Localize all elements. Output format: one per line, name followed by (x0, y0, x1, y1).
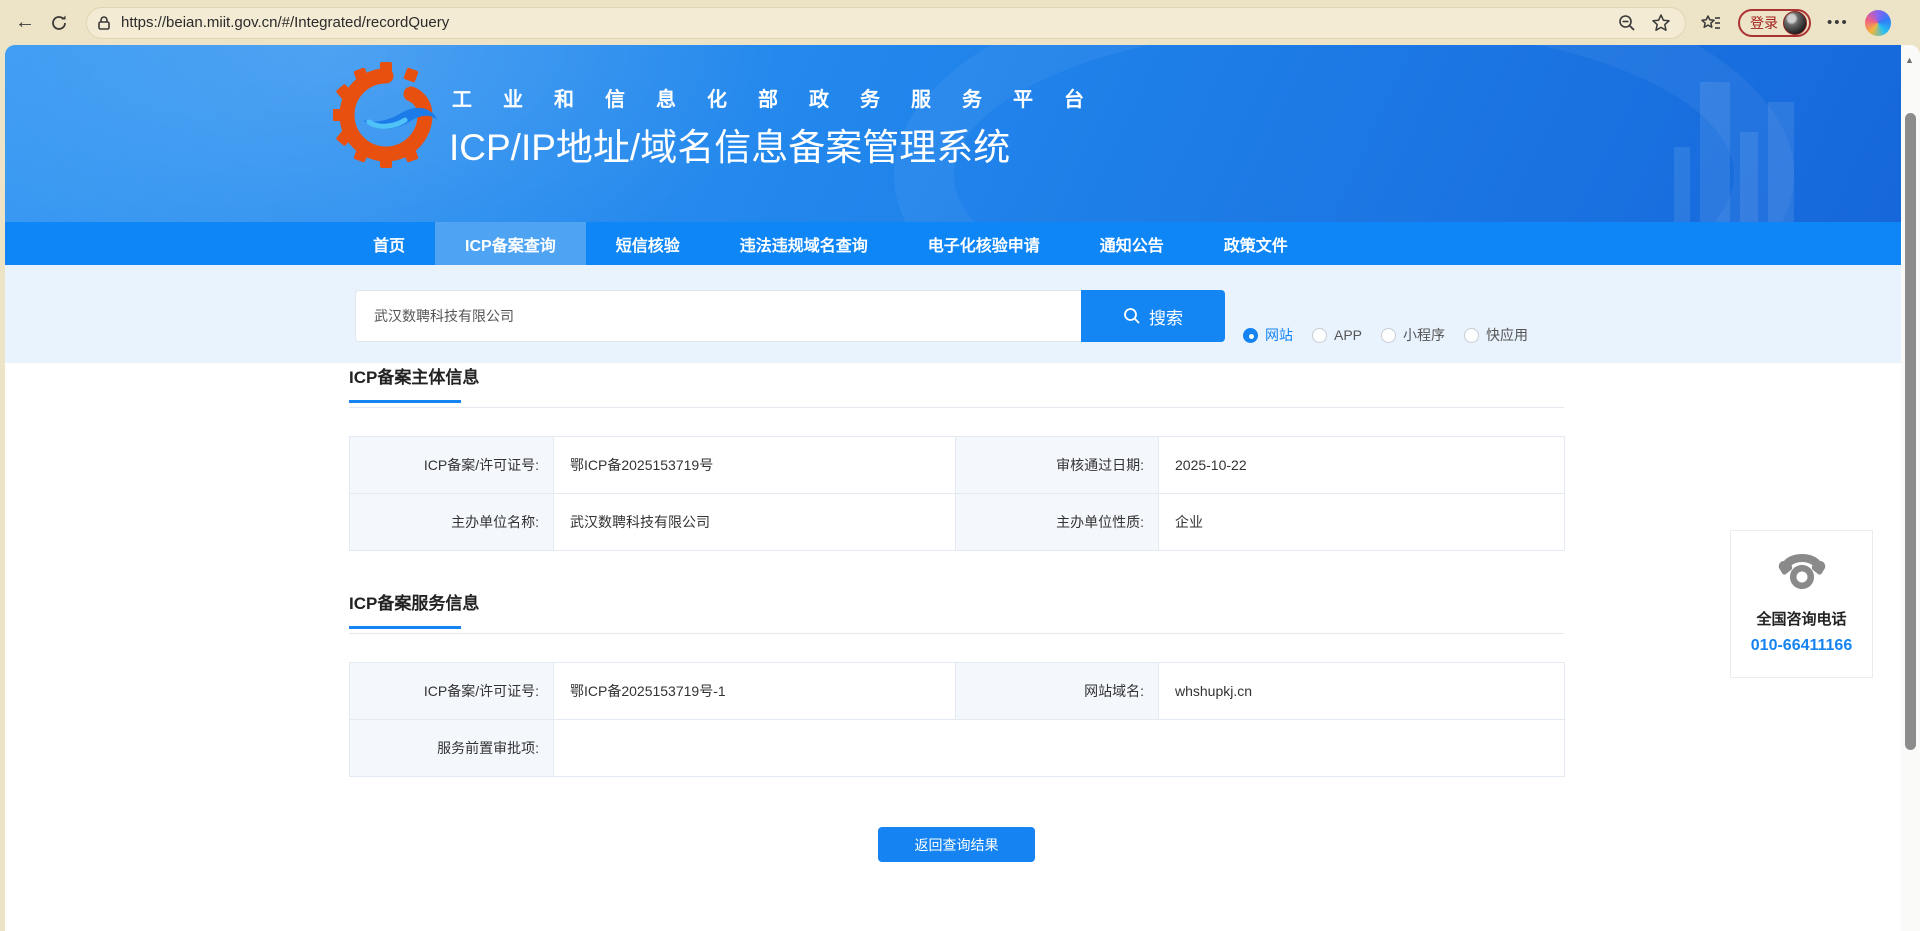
ministry-slogan: 工业和信息化部政务服务平台 (452, 89, 1115, 111)
approval-date-value: 2025-10-22 (1158, 436, 1565, 494)
pre-approval-label: 服务前置审批项: (349, 719, 554, 777)
login-button[interactable]: 登录 (1738, 8, 1811, 37)
approval-date-label: 审核通过日期: (955, 436, 1159, 494)
hotline-number[interactable]: 010-66411166 (1731, 637, 1872, 655)
lock-icon (98, 15, 110, 30)
banner-building-graphic (1740, 132, 1758, 222)
scrollbar-thumb[interactable] (1905, 113, 1916, 750)
radio-dot-icon (1381, 327, 1397, 343)
radio-website[interactable]: 网站 (1243, 325, 1293, 345)
site-header-banner: 工业和信息化部政务服务平台 ICP/IP地址/域名信息备案管理系统 (5, 45, 1914, 222)
table-row: ICP备案/许可证号: 鄂ICP备2025153719号-1 网站域名: whs… (349, 662, 1565, 720)
nav-tab-policies[interactable]: 政策文件 (1194, 222, 1318, 265)
subject-info-table: ICP备案/许可证号: 鄂ICP备2025153719号 审核通过日期: 202… (349, 436, 1565, 551)
table-row: 主办单位名称: 武汉数聘科技有限公司 主办单位性质: 企业 (349, 493, 1565, 551)
search-icon (1124, 308, 1140, 324)
nav-tab-home[interactable]: 首页 (343, 222, 435, 265)
favorite-star-icon[interactable] (1651, 13, 1671, 33)
search-button-label: 搜索 (1149, 308, 1183, 328)
nav-tab-sms-verify[interactable]: 短信核验 (586, 222, 710, 265)
section-title-underline (349, 400, 461, 403)
back-icon[interactable]: ← (8, 6, 42, 40)
table-row: 服务前置审批项: (349, 719, 1565, 777)
radio-quickapp[interactable]: 快应用 (1464, 325, 1528, 345)
nav-tab-notices[interactable]: 通知公告 (1070, 222, 1194, 265)
profile-avatar[interactable] (1783, 10, 1807, 35)
screen: ← https://beian.miit.gov.cn/#/Integrated… (0, 0, 1920, 931)
banner-building-graphic (1768, 102, 1794, 222)
radio-dot-icon (1464, 327, 1480, 343)
website-domain-value: whshupkj.cn (1158, 662, 1565, 720)
service-info-table: ICP备案/许可证号: 鄂ICP备2025153719号-1 网站域名: whs… (349, 662, 1565, 777)
search-button[interactable]: 搜索 (1081, 290, 1225, 342)
banner-building-graphic (1700, 82, 1730, 222)
website-domain-label: 网站域名: (955, 662, 1159, 720)
service-section-title: ICP备案服务信息 (349, 594, 480, 613)
nav-tab-illegal-domain-query[interactable]: 违法违规域名查询 (710, 222, 898, 265)
radio-dot-icon (1243, 327, 1258, 343)
hotline-panel: 全国咨询电话 010-66411166 (1730, 530, 1873, 678)
banner-building-graphic (1674, 147, 1690, 222)
search-section: 搜索 网站 APP 小程序 快应用 (5, 265, 1914, 363)
radio-miniprogram[interactable]: 小程序 (1381, 325, 1445, 345)
subject-license-value: 鄂ICP备2025153719号 (553, 436, 956, 494)
page-scrollbar[interactable]: ▲ (1901, 45, 1920, 931)
section-divider (349, 633, 1564, 634)
site-title: ICP/IP地址/域名信息备案管理系统 (449, 127, 1011, 168)
pre-approval-value (553, 719, 1565, 777)
service-license-value: 鄂ICP备2025153719号-1 (553, 662, 956, 720)
radio-dot-icon (1312, 327, 1327, 343)
result-content: ICP备案主体信息 ICP备案/许可证号: 鄂ICP备2025153719号 审… (349, 363, 1565, 862)
search-input[interactable] (355, 290, 1081, 342)
hotline-label: 全国咨询电话 (1756, 611, 1847, 628)
login-label: 登录 (1750, 14, 1778, 31)
url-text[interactable]: https://beian.miit.gov.cn/#/Integrated/r… (121, 14, 1617, 31)
banner-decor-arc (894, 45, 1794, 222)
nav-tab-e-verification[interactable]: 电子化核验申请 (898, 222, 1070, 265)
back-to-results-button[interactable]: 返回查询结果 (878, 827, 1035, 862)
radio-app[interactable]: APP (1312, 327, 1362, 343)
main-nav: 首页 ICP备案查询 短信核验 违法违规域名查询 电子化核验申请 通知公告 政策… (5, 222, 1914, 265)
table-row: ICP备案/许可证号: 鄂ICP备2025153719号 审核通过日期: 202… (349, 436, 1565, 494)
organizer-name-value: 武汉数聘科技有限公司 (553, 493, 956, 551)
organizer-name-label: 主办单位名称: (349, 493, 554, 551)
page-window: 工业和信息化部政务服务平台 ICP/IP地址/域名信息备案管理系统 首页 ICP… (0, 45, 1920, 931)
zoom-out-icon[interactable] (1617, 13, 1637, 33)
subject-license-label: ICP备案/许可证号: (349, 436, 554, 494)
service-license-label: ICP备案/许可证号: (349, 662, 554, 720)
collections-icon[interactable] (1700, 13, 1722, 33)
scrollbar-up-icon[interactable]: ▲ (1905, 55, 1914, 65)
address-bar[interactable]: https://beian.miit.gov.cn/#/Integrated/r… (86, 6, 1686, 39)
site-logo (333, 62, 437, 168)
phone-icon (1778, 554, 1825, 589)
organizer-nature-label: 主办单位性质: (955, 493, 1159, 551)
query-type-radios: 网站 APP 小程序 快应用 (1243, 325, 1528, 345)
copilot-icon[interactable] (1864, 9, 1891, 36)
refresh-icon[interactable] (42, 6, 76, 40)
browser-toolbar: ← https://beian.miit.gov.cn/#/Integrated… (0, 0, 1920, 45)
organizer-nature-value: 企业 (1158, 493, 1565, 551)
page-viewport: 工业和信息化部政务服务平台 ICP/IP地址/域名信息备案管理系统 首页 ICP… (5, 45, 1914, 931)
section-divider (349, 407, 1564, 408)
browser-menu-icon[interactable]: ••• (1827, 14, 1849, 31)
nav-tab-icp-query[interactable]: ICP备案查询 (435, 222, 586, 265)
subject-section-title: ICP备案主体信息 (349, 368, 480, 387)
section-title-underline (349, 626, 461, 629)
